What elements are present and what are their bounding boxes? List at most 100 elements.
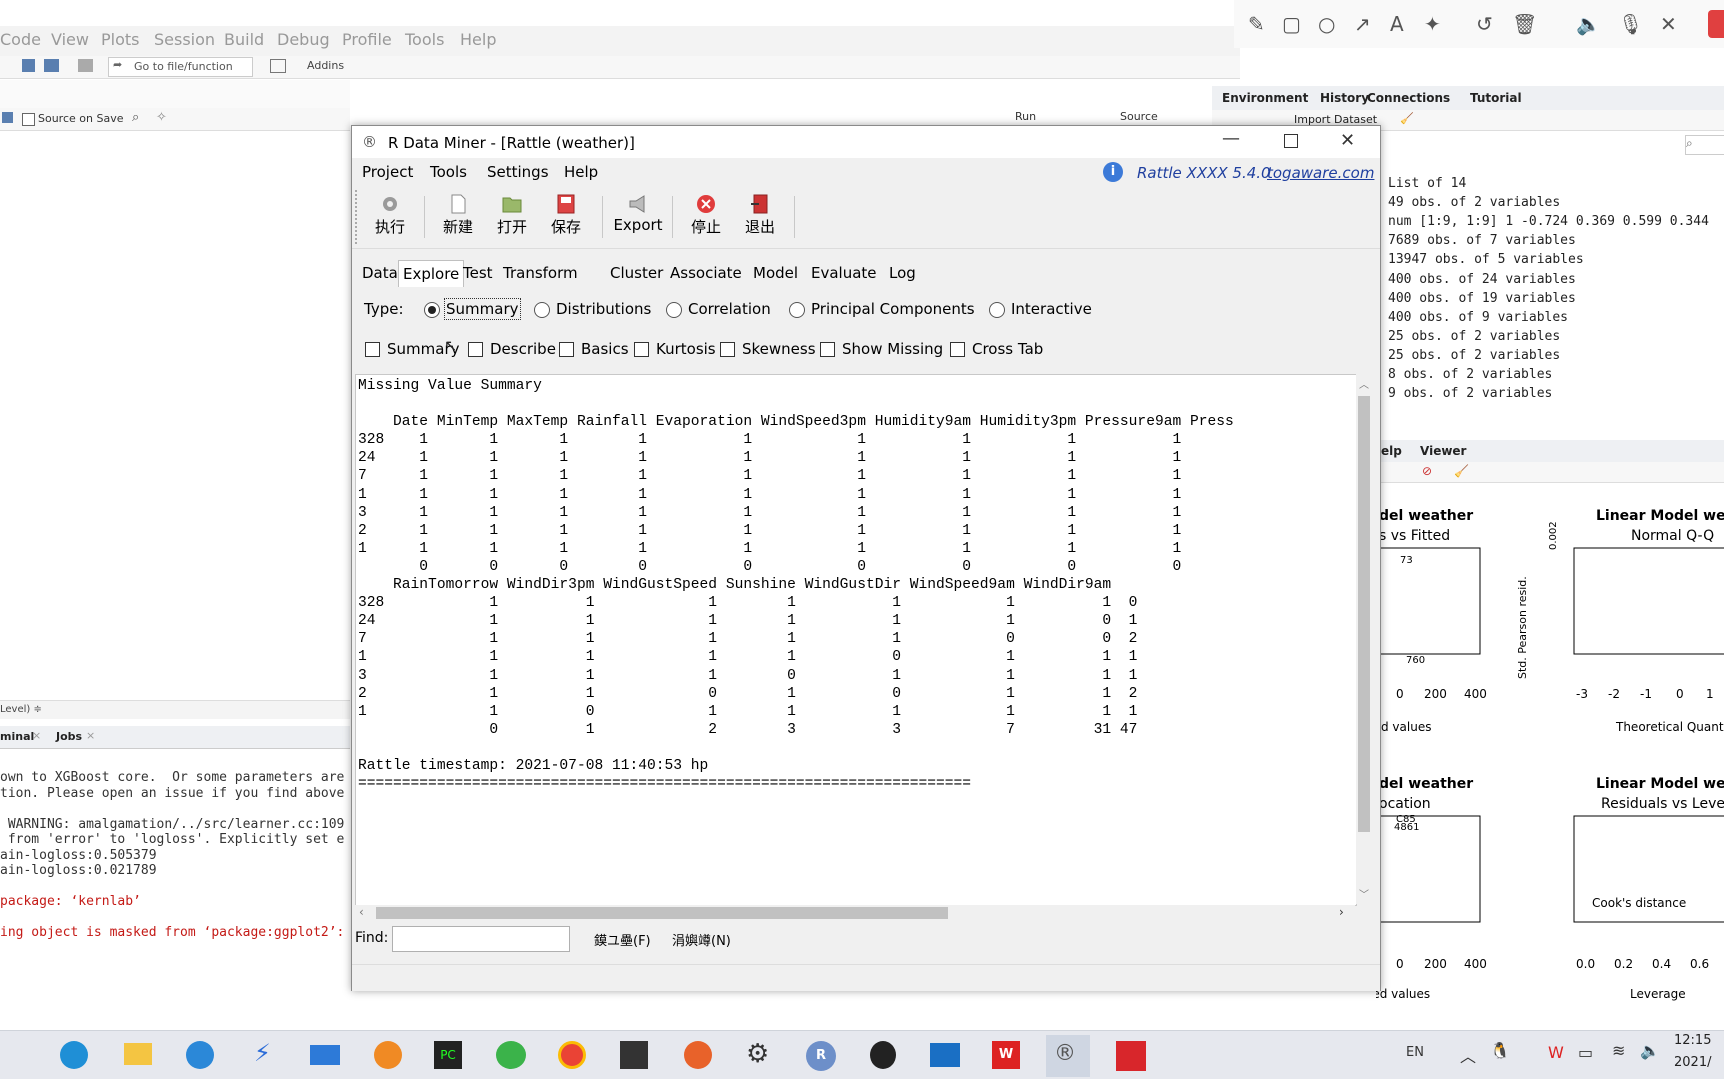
environment-row[interactable]: 8 obs. of 2 variables	[1388, 367, 1552, 382]
tab-transform[interactable]: Transform	[501, 260, 580, 286]
close-icon[interactable]: ✕	[1340, 130, 1355, 151]
tab-log[interactable]: Log	[887, 260, 918, 286]
stop-button[interactable]: 停止	[678, 190, 734, 244]
find-input[interactable]	[392, 926, 570, 952]
environment-row[interactable]: 400 obs. of 24 variables	[1388, 272, 1576, 287]
tab-data[interactable]: Data	[360, 260, 400, 286]
tab-associate[interactable]: Associate	[668, 260, 744, 286]
wand-icon[interactable]: ✧	[156, 110, 167, 125]
broom-icon[interactable]: 🧹	[1400, 112, 1414, 125]
environment-search[interactable]: ⌕	[1685, 135, 1724, 155]
mic-icon[interactable]: 🎙	[1618, 12, 1643, 36]
clock-time[interactable]: 12:15	[1674, 1033, 1711, 1048]
level-selector[interactable]: Level) ≑	[0, 704, 42, 715]
kurtosis-checkbox[interactable]	[634, 342, 649, 357]
tab-tutorial[interactable]: Tutorial	[1470, 91, 1522, 105]
find-clear-button[interactable]: 涓嬩竴(N)	[672, 930, 731, 949]
source-on-save-checkbox[interactable]	[22, 113, 35, 126]
tab-environment[interactable]: Environment	[1222, 91, 1308, 105]
scroll-right-icon[interactable]: ›	[1339, 905, 1344, 919]
export-button[interactable]: Export	[608, 190, 668, 244]
execute-button[interactable]: 执行	[362, 190, 418, 244]
media-icon[interactable]	[684, 1041, 712, 1069]
basics-checkbox[interactable]	[559, 342, 574, 357]
radio-principal-components[interactable]	[789, 302, 805, 318]
search-icon[interactable]: ⌕	[132, 110, 139, 125]
tab-history[interactable]: History	[1320, 91, 1369, 105]
radio-distributions[interactable]	[534, 302, 550, 318]
trash-icon[interactable]: 🗑	[1512, 12, 1537, 36]
radio-correlation[interactable]	[666, 302, 682, 318]
quit-button[interactable]: 退出	[732, 190, 788, 244]
arrow-icon[interactable]: ↗	[1354, 12, 1371, 36]
menu-code[interactable]: Code	[0, 30, 41, 49]
source-button[interactable]: Source	[1120, 110, 1158, 123]
output-textview[interactable]: Missing Value Summary Date MinTemp MaxTe…	[355, 374, 1357, 906]
clock-date[interactable]: 2021/	[1674, 1055, 1711, 1070]
wps-icon[interactable]: W	[992, 1041, 1020, 1069]
open-button[interactable]: 打开	[484, 190, 540, 244]
tab-test[interactable]: Test	[461, 260, 495, 286]
environment-row[interactable]: 9 obs. of 2 variables	[1388, 386, 1552, 401]
menu-plots[interactable]: Plots	[101, 30, 140, 49]
menu-session[interactable]: Session	[154, 30, 215, 49]
close-icon[interactable]: ×	[86, 729, 95, 742]
menu-build[interactable]: Build	[224, 30, 264, 49]
environment-row[interactable]: num [1:9, 1:9] 1 -0.724 0.369 0.599 0.34…	[1388, 214, 1709, 229]
battery-icon[interactable]: ▭	[1578, 1043, 1593, 1062]
broom-icon[interactable]: 🧹	[1454, 464, 1469, 478]
summary-checkbox[interactable]	[365, 342, 380, 357]
tab-model[interactable]: Model	[751, 260, 800, 286]
edge-icon[interactable]	[60, 1041, 88, 1069]
radio-summary[interactable]	[424, 302, 440, 318]
vscode-icon[interactable]: ⚡	[254, 1039, 271, 1067]
tab-cluster[interactable]: Cluster	[608, 260, 665, 286]
tab-evaluate[interactable]: Evaluate	[809, 260, 879, 286]
cross-tab-checkbox[interactable]	[950, 342, 965, 357]
menu-profile[interactable]: Profile	[342, 30, 392, 49]
wps-tray-icon[interactable]: W	[1548, 1043, 1564, 1062]
tab-explore[interactable]: Explore	[398, 260, 465, 287]
togaware-link[interactable]: togaware.com	[1267, 164, 1374, 182]
environment-row[interactable]: 25 obs. of 2 variables	[1388, 329, 1560, 344]
save-icon[interactable]	[22, 59, 35, 72]
print-icon[interactable]	[78, 59, 93, 72]
wifi-icon[interactable]: ≋	[1612, 1041, 1625, 1060]
menu-tools[interactable]: Tools	[405, 30, 444, 49]
tab-connections[interactable]: Connections	[1367, 91, 1450, 105]
close-icon[interactable]: ✕	[1660, 12, 1677, 36]
tab-help[interactable]: elp	[1381, 444, 1402, 458]
search-app-icon[interactable]	[186, 1041, 214, 1069]
menu-help[interactable]: Help	[564, 163, 598, 181]
tab-terminal[interactable]: minal	[0, 730, 34, 743]
save-all-icon[interactable]	[44, 59, 59, 72]
menu-help[interactable]: Help	[460, 30, 496, 49]
vertical-scrollbar[interactable]: ︿ ﹀	[1356, 374, 1372, 904]
remote-desktop-icon[interactable]	[930, 1043, 960, 1067]
file-explorer-icon[interactable]	[124, 1043, 152, 1065]
new-button[interactable]: 新建	[430, 190, 486, 244]
pen-icon[interactable]: ✎	[1248, 12, 1265, 36]
pycharm-icon[interactable]: PC	[434, 1041, 462, 1069]
scroll-down-icon[interactable]: ﹀	[1359, 886, 1369, 901]
environment-row[interactable]: 25 obs. of 2 variables	[1388, 348, 1560, 363]
undo-icon[interactable]: ↺	[1476, 12, 1493, 36]
close-icon[interactable]: ×	[32, 729, 41, 742]
delete-icon[interactable]: ⊘	[1422, 464, 1432, 478]
radio-interactive[interactable]	[989, 302, 1005, 318]
show-missing-checkbox[interactable]	[820, 342, 835, 357]
magic-icon[interactable]: ✦	[1424, 12, 1441, 36]
maximize-icon[interactable]	[1284, 134, 1298, 148]
menu-debug[interactable]: Debug	[277, 30, 330, 49]
environment-row[interactable]: 400 obs. of 19 variables	[1388, 291, 1576, 306]
run-button[interactable]: Run	[1015, 110, 1036, 123]
chrome-icon[interactable]	[558, 1041, 586, 1069]
firefox-icon[interactable]	[374, 1041, 402, 1069]
qq-icon[interactable]	[870, 1041, 896, 1069]
environment-row[interactable]: List of 14	[1388, 176, 1466, 191]
vertical-scroll-thumb[interactable]	[1358, 396, 1370, 832]
horizontal-scroll-thumb[interactable]	[376, 907, 948, 919]
environment-row[interactable]: 7689 obs. of 7 variables	[1388, 233, 1576, 248]
environment-row[interactable]: 49 obs. of 2 variables	[1388, 195, 1560, 210]
chevron-up-icon[interactable]: ︿	[1460, 1043, 1476, 1067]
